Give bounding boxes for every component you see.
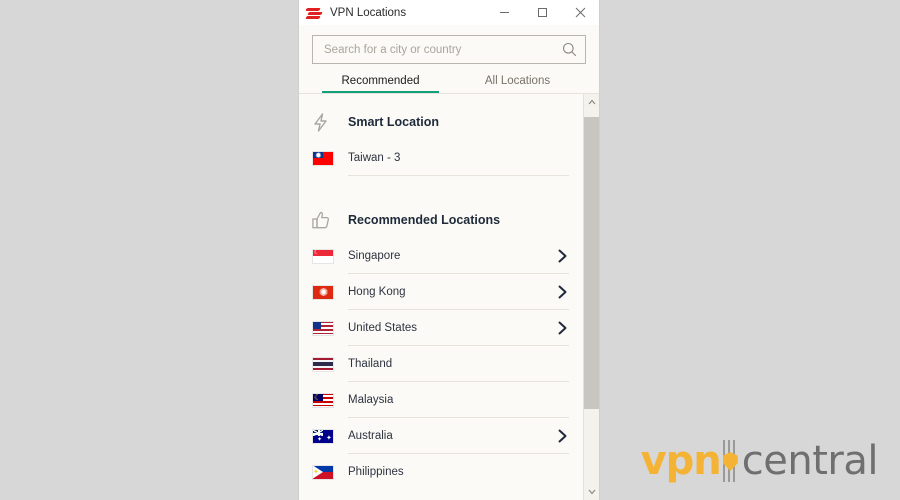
list-item[interactable]: ☾ Malaysia — [299, 382, 583, 418]
window-title: VPN Locations — [330, 6, 407, 19]
vpncentral-watermark: vpn central — [640, 438, 879, 484]
chevron-right-icon[interactable] — [555, 285, 569, 299]
title-bar: VPN Locations — [299, 0, 599, 25]
list-item-label: Australia — [348, 430, 393, 442]
list-item-label: Taiwan - 3 — [348, 152, 401, 164]
flag-us-icon — [312, 320, 334, 336]
list-item[interactable]: ✦ Philippines — [299, 454, 583, 490]
list-item-label: Hong Kong — [348, 286, 406, 298]
flag-th-icon — [312, 356, 334, 372]
watermark-separator-icon — [719, 440, 741, 482]
search-icon[interactable] — [562, 42, 577, 57]
scrollbar-track[interactable] — [583, 110, 599, 484]
flag-sg-icon: ☾ — [312, 248, 334, 264]
chevron-up-icon[interactable] — [583, 94, 599, 110]
list-item-label: Thailand — [348, 358, 393, 370]
search-input[interactable] — [324, 36, 562, 63]
tab-recommended[interactable]: Recommended — [312, 75, 449, 93]
chevron-down-icon[interactable] — [583, 484, 599, 500]
watermark-vpn-text: vpn — [640, 438, 722, 484]
flag-ph-icon: ✦ — [312, 464, 334, 480]
flag-my-icon: ☾ — [312, 392, 334, 408]
list-item-label: United States — [348, 322, 418, 334]
close-button[interactable] — [561, 0, 599, 25]
chevron-right-icon[interactable] — [555, 249, 569, 263]
watermark-central-text: central — [741, 438, 879, 484]
list-item[interactable]: United States — [299, 310, 583, 346]
list-item[interactable]: Thailand — [299, 346, 583, 382]
vertical-scrollbar[interactable] — [583, 94, 599, 500]
scrollbar-thumb[interactable] — [583, 117, 599, 410]
list-item[interactable]: ✦ ✦ Australia — [299, 418, 583, 454]
list-item[interactable]: ✺ Hong Kong — [299, 274, 583, 310]
flag-tw-icon: ✹ — [312, 150, 334, 166]
vpn-locations-window: VPN Locations Recommended — [298, 0, 600, 500]
shield-icon — [722, 452, 738, 471]
flag-hk-icon: ✺ — [312, 284, 334, 300]
section-header-smart-location: Smart Location — [299, 104, 583, 140]
tab-all-locations[interactable]: All Locations — [449, 75, 586, 93]
chevron-right-icon[interactable] — [555, 429, 569, 443]
thumbs-up-icon — [312, 211, 336, 230]
expressvpn-logo-icon — [305, 6, 323, 20]
locations-list-area: Smart Location ✹ Taiwan - 3 Recommended … — [299, 94, 599, 500]
search-area — [299, 25, 599, 64]
section-title: Recommended Locations — [348, 213, 501, 227]
list-item-label: Singapore — [348, 250, 401, 262]
locations-scroll-container: Smart Location ✹ Taiwan - 3 Recommended … — [299, 94, 583, 500]
list-item[interactable]: ✹ Taiwan - 3 — [299, 140, 583, 176]
tab-bar: Recommended All Locations — [299, 75, 599, 93]
list-item[interactable]: ☾ Singapore — [299, 238, 583, 274]
maximize-button[interactable] — [523, 0, 561, 25]
list-item-label: Malaysia — [348, 394, 394, 406]
lightning-bolt-icon — [312, 112, 336, 132]
section-header-recommended-locations: Recommended Locations — [299, 202, 583, 238]
flag-au-icon: ✦ ✦ — [312, 428, 334, 444]
search-box[interactable] — [312, 35, 586, 64]
chevron-right-icon[interactable] — [555, 321, 569, 335]
section-title: Smart Location — [348, 115, 439, 129]
minimize-button[interactable] — [485, 0, 523, 25]
list-item-label: Philippines — [348, 466, 404, 478]
window-controls — [485, 0, 599, 25]
